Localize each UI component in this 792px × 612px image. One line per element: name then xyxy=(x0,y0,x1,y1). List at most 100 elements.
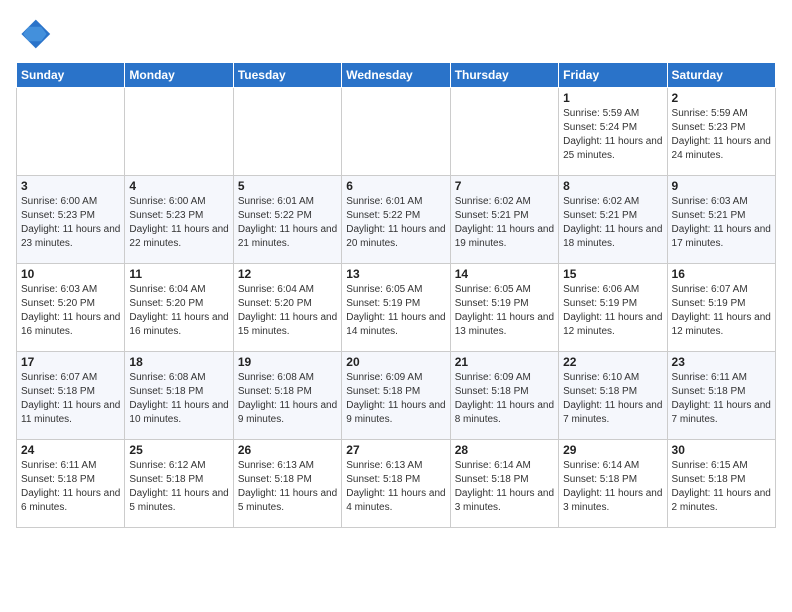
day-info: Sunrise: 6:02 AM Sunset: 5:21 PM Dayligh… xyxy=(563,195,662,251)
day-info: Sunrise: 5:59 AM Sunset: 5:24 PM Dayligh… xyxy=(563,107,662,163)
calendar-header-friday: Friday xyxy=(559,63,667,88)
day-info: Sunrise: 6:13 AM Sunset: 5:18 PM Dayligh… xyxy=(238,459,337,515)
calendar: SundayMondayTuesdayWednesdayThursdayFrid… xyxy=(16,62,776,528)
calendar-header-saturday: Saturday xyxy=(667,63,775,88)
day-info: Sunrise: 6:07 AM Sunset: 5:19 PM Dayligh… xyxy=(672,283,771,339)
day-number: 21 xyxy=(455,355,554,369)
calendar-cell xyxy=(17,88,125,176)
day-info: Sunrise: 6:10 AM Sunset: 5:18 PM Dayligh… xyxy=(563,371,662,427)
calendar-cell: 14Sunrise: 6:05 AM Sunset: 5:19 PM Dayli… xyxy=(450,264,558,352)
page: SundayMondayTuesdayWednesdayThursdayFrid… xyxy=(0,0,792,612)
day-info: Sunrise: 6:09 AM Sunset: 5:18 PM Dayligh… xyxy=(346,371,445,427)
day-number: 5 xyxy=(238,179,337,193)
day-number: 7 xyxy=(455,179,554,193)
header xyxy=(16,16,776,52)
calendar-cell: 13Sunrise: 6:05 AM Sunset: 5:19 PM Dayli… xyxy=(342,264,450,352)
day-number: 9 xyxy=(672,179,771,193)
calendar-cell: 16 Sunrise: 6:07 AM Sunset: 5:19 PM Dayli… xyxy=(667,264,775,352)
calendar-cell: 8 Sunrise: 6:02 AM Sunset: 5:21 PM Daylig… xyxy=(559,176,667,264)
day-info: Sunrise: 6:01 AM Sunset: 5:22 PM Dayligh… xyxy=(346,195,445,251)
calendar-week-3: 10 Sunrise: 6:03 AM Sunset: 5:20 PM Dayli… xyxy=(17,264,776,352)
day-number: 26 xyxy=(238,443,337,457)
day-info: Sunrise: 6:12 AM Sunset: 5:18 PM Dayligh… xyxy=(129,459,228,515)
day-number: 19 xyxy=(238,355,337,369)
day-info: Sunrise: 6:06 AM Sunset: 5:19 PM Dayligh… xyxy=(563,283,662,339)
day-number: 17 xyxy=(21,355,120,369)
calendar-cell: 7 Sunrise: 6:02 AM Sunset: 5:21 PM Daylig… xyxy=(450,176,558,264)
calendar-header-row: SundayMondayTuesdayWednesdayThursdayFrid… xyxy=(17,63,776,88)
day-number: 12 xyxy=(238,267,337,281)
day-number: 20 xyxy=(346,355,445,369)
day-info: Sunrise: 6:08 AM Sunset: 5:18 PM Dayligh… xyxy=(238,371,337,427)
calendar-cell: 20 Sunrise: 6:09 AM Sunset: 5:18 PM Dayli… xyxy=(342,352,450,440)
calendar-cell: 2 Sunrise: 5:59 AM Sunset: 5:23 PM Daylig… xyxy=(667,88,775,176)
day-info: Sunrise: 6:03 AM Sunset: 5:21 PM Dayligh… xyxy=(672,195,771,251)
day-number: 28 xyxy=(455,443,554,457)
day-number: 10 xyxy=(21,267,120,281)
day-number: 16 xyxy=(672,267,771,281)
calendar-cell: 28 Sunrise: 6:14 AM Sunset: 5:18 PM Dayli… xyxy=(450,440,558,528)
day-number: 22 xyxy=(563,355,662,369)
calendar-week-5: 24Sunrise: 6:11 AM Sunset: 5:18 PM Dayli… xyxy=(17,440,776,528)
calendar-header-tuesday: Tuesday xyxy=(233,63,341,88)
day-number: 25 xyxy=(129,443,228,457)
calendar-cell: 9 Sunrise: 6:03 AM Sunset: 5:21 PM Daylig… xyxy=(667,176,775,264)
calendar-cell: 17 Sunrise: 6:07 AM Sunset: 5:18 PM Dayli… xyxy=(17,352,125,440)
day-info: Sunrise: 6:03 AM Sunset: 5:20 PM Dayligh… xyxy=(21,283,120,339)
day-info: Sunrise: 6:11 AM Sunset: 5:18 PM Dayligh… xyxy=(672,371,771,427)
day-info: Sunrise: 6:02 AM Sunset: 5:21 PM Dayligh… xyxy=(455,195,554,251)
day-info: Sunrise: 6:05 AM Sunset: 5:19 PM Dayligh… xyxy=(346,283,445,339)
calendar-week-1: 1Sunrise: 5:59 AM Sunset: 5:24 PM Daylig… xyxy=(17,88,776,176)
calendar-cell xyxy=(342,88,450,176)
day-info: Sunrise: 6:00 AM Sunset: 5:23 PM Dayligh… xyxy=(129,195,228,251)
calendar-cell: 29Sunrise: 6:14 AM Sunset: 5:18 PM Dayli… xyxy=(559,440,667,528)
calendar-cell: 10 Sunrise: 6:03 AM Sunset: 5:20 PM Dayli… xyxy=(17,264,125,352)
day-number: 15 xyxy=(563,267,662,281)
calendar-cell: 24Sunrise: 6:11 AM Sunset: 5:18 PM Dayli… xyxy=(17,440,125,528)
day-number: 29 xyxy=(563,443,662,457)
day-info: Sunrise: 6:04 AM Sunset: 5:20 PM Dayligh… xyxy=(238,283,337,339)
calendar-cell: 5 Sunrise: 6:01 AM Sunset: 5:22 PM Daylig… xyxy=(233,176,341,264)
calendar-cell: 27Sunrise: 6:13 AM Sunset: 5:18 PM Dayli… xyxy=(342,440,450,528)
day-number: 23 xyxy=(672,355,771,369)
day-info: Sunrise: 6:00 AM Sunset: 5:23 PM Dayligh… xyxy=(21,195,120,251)
day-info: Sunrise: 6:08 AM Sunset: 5:18 PM Dayligh… xyxy=(129,371,228,427)
day-info: Sunrise: 6:14 AM Sunset: 5:18 PM Dayligh… xyxy=(455,459,554,515)
day-number: 3 xyxy=(21,179,120,193)
day-number: 11 xyxy=(129,267,228,281)
day-info: Sunrise: 6:07 AM Sunset: 5:18 PM Dayligh… xyxy=(21,371,120,427)
calendar-cell: 30Sunrise: 6:15 AM Sunset: 5:18 PM Dayli… xyxy=(667,440,775,528)
day-number: 24 xyxy=(21,443,120,457)
day-info: Sunrise: 6:01 AM Sunset: 5:22 PM Dayligh… xyxy=(238,195,337,251)
calendar-cell: 3 Sunrise: 6:00 AM Sunset: 5:23 PM Daylig… xyxy=(17,176,125,264)
day-number: 2 xyxy=(672,91,771,105)
calendar-cell: 11Sunrise: 6:04 AM Sunset: 5:20 PM Dayli… xyxy=(125,264,233,352)
calendar-header-thursday: Thursday xyxy=(450,63,558,88)
day-number: 6 xyxy=(346,179,445,193)
calendar-cell: 23 Sunrise: 6:11 AM Sunset: 5:18 PM Dayli… xyxy=(667,352,775,440)
day-number: 18 xyxy=(129,355,228,369)
day-info: Sunrise: 6:13 AM Sunset: 5:18 PM Dayligh… xyxy=(346,459,445,515)
calendar-cell xyxy=(233,88,341,176)
day-info: Sunrise: 6:15 AM Sunset: 5:18 PM Dayligh… xyxy=(672,459,771,515)
calendar-header-wednesday: Wednesday xyxy=(342,63,450,88)
day-info: Sunrise: 6:05 AM Sunset: 5:19 PM Dayligh… xyxy=(455,283,554,339)
calendar-cell: 26 Sunrise: 6:13 AM Sunset: 5:18 PM Dayli… xyxy=(233,440,341,528)
calendar-cell: 21 Sunrise: 6:09 AM Sunset: 5:18 PM Dayli… xyxy=(450,352,558,440)
calendar-week-4: 17 Sunrise: 6:07 AM Sunset: 5:18 PM Dayli… xyxy=(17,352,776,440)
day-info: Sunrise: 5:59 AM Sunset: 5:23 PM Dayligh… xyxy=(672,107,771,163)
day-number: 4 xyxy=(129,179,228,193)
logo xyxy=(16,16,56,52)
day-number: 8 xyxy=(563,179,662,193)
calendar-cell xyxy=(450,88,558,176)
calendar-cell: 25 Sunrise: 6:12 AM Sunset: 5:18 PM Dayli… xyxy=(125,440,233,528)
calendar-cell: 12 Sunrise: 6:04 AM Sunset: 5:20 PM Dayli… xyxy=(233,264,341,352)
calendar-cell: 6 Sunrise: 6:01 AM Sunset: 5:22 PM Daylig… xyxy=(342,176,450,264)
calendar-cell: 1Sunrise: 5:59 AM Sunset: 5:24 PM Daylig… xyxy=(559,88,667,176)
calendar-week-2: 3 Sunrise: 6:00 AM Sunset: 5:23 PM Daylig… xyxy=(17,176,776,264)
calendar-cell: 15 Sunrise: 6:06 AM Sunset: 5:19 PM Dayli… xyxy=(559,264,667,352)
day-info: Sunrise: 6:09 AM Sunset: 5:18 PM Dayligh… xyxy=(455,371,554,427)
calendar-cell: 18 Sunrise: 6:08 AM Sunset: 5:18 PM Dayli… xyxy=(125,352,233,440)
calendar-cell: 4 Sunrise: 6:00 AM Sunset: 5:23 PM Daylig… xyxy=(125,176,233,264)
logo-icon xyxy=(16,16,52,52)
